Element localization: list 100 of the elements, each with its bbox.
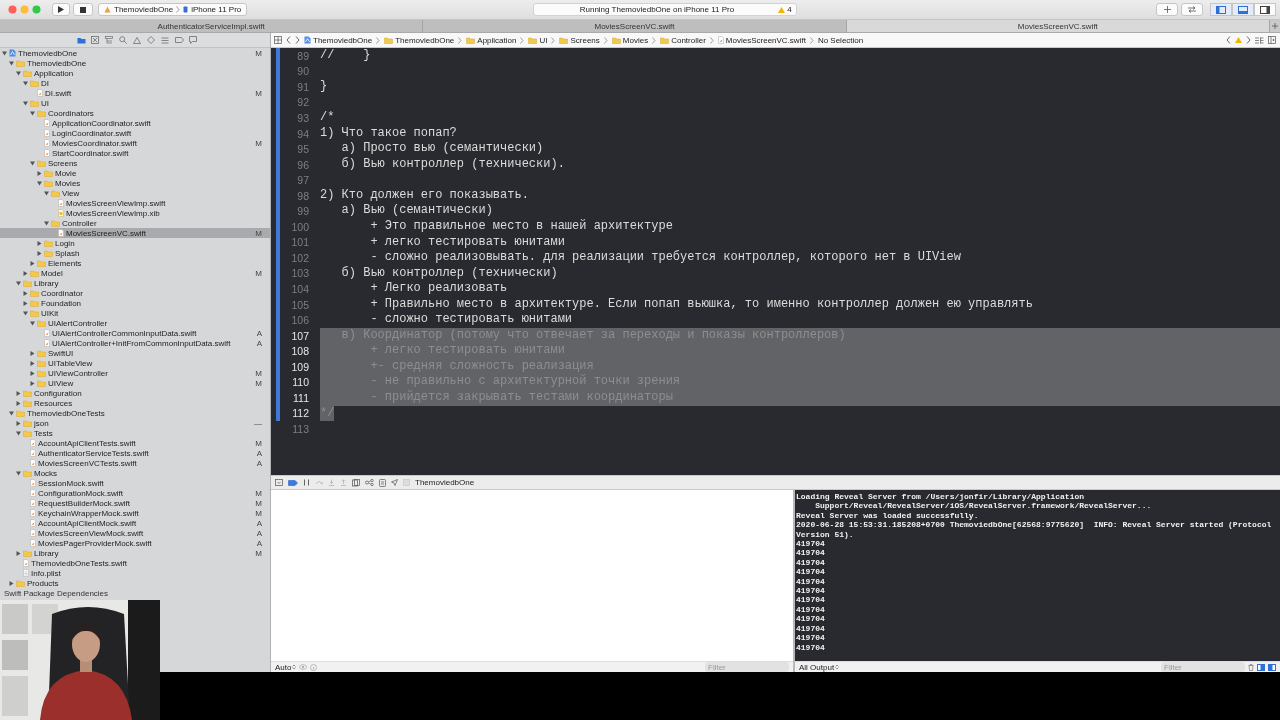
disclosure-triangle-icon[interactable] <box>30 320 35 326</box>
location-button[interactable] <box>391 479 398 486</box>
navigator-item[interactable]: Movies <box>0 178 270 188</box>
navigator-tab[interactable] <box>159 34 171 46</box>
disclosure-triangle-icon[interactable] <box>16 430 21 436</box>
breadcrumb-item[interactable]: Application <box>466 35 517 45</box>
disclosure-triangle-icon[interactable] <box>30 360 35 366</box>
output-selector[interactable]: All Output <box>799 662 840 672</box>
disclosure-triangle-icon[interactable] <box>16 390 21 396</box>
breadcrumb-item[interactable]: Movies <box>611 35 649 45</box>
navigator-item[interactable]: Controller <box>0 218 270 228</box>
navigator-item[interactable]: ApplicationCoordinator.swift <box>0 118 270 128</box>
navigator-item[interactable]: Coordinator <box>0 288 270 298</box>
debug-area-toggle[interactable] <box>1232 3 1254 16</box>
trash-button[interactable] <box>1248 663 1254 671</box>
breadcrumb-item[interactable]: Controller <box>660 35 706 45</box>
navigator-tab[interactable] <box>89 34 101 46</box>
navigator-item[interactable]: MoviesScreenVC.swift M <box>0 228 270 238</box>
disclosure-triangle-icon[interactable] <box>23 80 28 86</box>
navigator-item[interactable]: MoviesScreenViewMock.swift A <box>0 528 270 538</box>
inspector-toggle[interactable] <box>1254 3 1276 16</box>
navigator-item[interactable]: Info.plist <box>0 568 270 578</box>
disclosure-triangle-icon[interactable] <box>23 270 28 276</box>
disclosure-triangle-icon[interactable] <box>37 180 42 186</box>
breadcrumb-item[interactable]: MoviesScreenVC.swift <box>717 35 806 45</box>
disclosure-triangle-icon[interactable] <box>9 410 14 416</box>
disclosure-triangle-icon[interactable] <box>44 190 49 196</box>
navigator-item[interactable]: ThemoviedbOne <box>0 58 270 68</box>
disclosure-triangle-icon[interactable] <box>37 240 42 246</box>
disclosure-triangle-icon[interactable] <box>9 60 14 66</box>
navigator-item[interactable]: ThemoviedbOne M <box>0 48 270 58</box>
filter-field[interactable]: Filter <box>705 662 789 672</box>
navigator-item[interactable]: MoviesCoordinator.swift M <box>0 138 270 148</box>
navigator-item[interactable]: ThemoviedbOneTests <box>0 408 270 418</box>
breadcrumb-item[interactable]: UI <box>528 35 548 45</box>
disclosure-triangle-icon[interactable] <box>23 100 28 106</box>
add-editor-button[interactable] <box>1268 36 1276 44</box>
navigator-item[interactable]: Library <box>0 278 270 288</box>
navigator-item[interactable]: Login <box>0 238 270 248</box>
disclosure-triangle-icon[interactable] <box>30 160 35 166</box>
next-issue-button[interactable] <box>1246 36 1251 44</box>
console-pane-toggle[interactable] <box>1268 663 1276 671</box>
disclosure-triangle-icon[interactable] <box>16 420 21 426</box>
navigator-item[interactable]: ThemoviedbOneTests.swift <box>0 558 270 568</box>
previous-issue-button[interactable] <box>1226 36 1231 44</box>
pause-button[interactable] <box>303 479 310 486</box>
filter-field[interactable]: Filter <box>1161 662 1245 672</box>
navigator-item[interactable]: UIAlertController <box>0 318 270 328</box>
navigator-item[interactable]: json — <box>0 418 270 428</box>
disclosure-triangle-icon[interactable] <box>2 50 7 56</box>
disclosure-triangle-icon[interactable] <box>23 300 28 306</box>
breadcrumb-item[interactable]: ThemoviedbOne <box>304 35 373 45</box>
navigator-toggle[interactable] <box>1210 3 1232 16</box>
navigator-item[interactable]: Products <box>0 578 270 588</box>
disclosure-triangle-icon[interactable] <box>30 350 35 356</box>
navigator-item[interactable]: AccountApiClientMock.swift A <box>0 518 270 528</box>
stop-button[interactable] <box>73 3 93 16</box>
disclosure-triangle-icon[interactable] <box>16 400 21 406</box>
memory-graph-button[interactable] <box>365 479 374 486</box>
navigator-item[interactable]: UIKit <box>0 308 270 318</box>
navigator-item[interactable]: Resources <box>0 398 270 408</box>
navigator-item[interactable]: Splash <box>0 248 270 258</box>
breakpoints-button[interactable] <box>288 479 298 486</box>
navigator-item[interactable]: ConfigurationMock.swift M <box>0 488 270 498</box>
disclosure-triangle-icon[interactable] <box>44 220 49 226</box>
navigator-item[interactable]: View <box>0 188 270 198</box>
navigator-item[interactable]: MoviesScreenViewImp.xib <box>0 208 270 218</box>
navigator-item[interactable]: Application <box>0 68 270 78</box>
navigator-tab[interactable] <box>173 34 185 46</box>
navigator-item[interactable]: RequestBuilderMock.swift M <box>0 498 270 508</box>
navigator-item[interactable]: MoviesScreenVCTests.swift A <box>0 458 270 468</box>
swap-button[interactable] <box>1181 3 1203 16</box>
disclosure-triangle-icon[interactable] <box>16 280 21 286</box>
breadcrumb-item[interactable]: ThemoviedbOne <box>384 35 455 45</box>
related-items-button[interactable] <box>274 36 282 44</box>
navigator-item[interactable]: UITableView <box>0 358 270 368</box>
navigator-item[interactable]: AuthenticatorServiceTests.swift A <box>0 448 270 458</box>
disclosure-triangle-icon[interactable] <box>16 470 21 476</box>
navigator-item[interactable]: Elements <box>0 258 270 268</box>
navigator-item[interactable]: UIViewController M <box>0 368 270 378</box>
editor-options-button[interactable] <box>1255 36 1264 44</box>
navigator-item[interactable]: Coordinators <box>0 108 270 118</box>
navigator-item[interactable]: Configuration <box>0 388 270 398</box>
navigator-item[interactable]: UI <box>0 98 270 108</box>
disclosure-triangle-icon[interactable] <box>30 370 35 376</box>
navigator-item[interactable]: UIView M <box>0 378 270 388</box>
navigator-item[interactable]: UIAlertController+InitFromCommonInputData.swift A <box>0 338 270 348</box>
navigator-tab[interactable] <box>131 34 143 46</box>
navigator-item[interactable]: LoginCoordinator.swift <box>0 128 270 138</box>
navigator-item[interactable]: Movie <box>0 168 270 178</box>
scope-selector[interactable]: Auto <box>275 662 297 672</box>
forward-button[interactable] <box>295 36 300 44</box>
tab[interactable]: MoviesScreenVC.swift <box>846 20 1270 32</box>
add-button[interactable] <box>1156 3 1178 16</box>
navigator-item[interactable]: Mocks <box>0 468 270 478</box>
disclosure-triangle-icon[interactable] <box>23 290 28 296</box>
disclosure-triangle-icon[interactable] <box>23 310 28 316</box>
navigator-item[interactable]: Foundation <box>0 298 270 308</box>
navigator-item[interactable]: StartCoordinator.swift <box>0 148 270 158</box>
breadcrumb-item[interactable]: Screens <box>559 35 600 45</box>
